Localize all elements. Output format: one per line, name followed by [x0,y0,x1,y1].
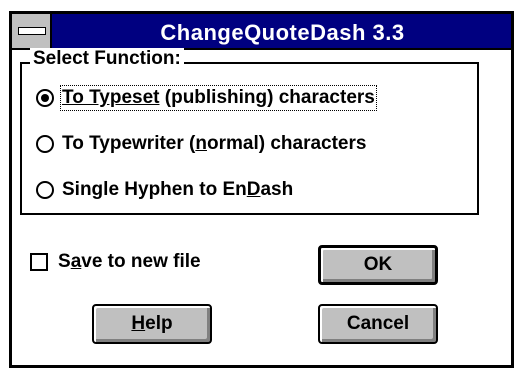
window-title: ChangeQuoteDash 3.3 [160,20,405,45]
system-menu-bar [18,27,46,35]
save-to-new-file-checkbox[interactable]: Save to new file [30,248,201,276]
radio-button[interactable] [36,181,54,199]
radio-endash[interactable]: Single Hyphen to EnDash [36,176,293,204]
radio-typeset[interactable]: To Typeset (publishing) characters [36,84,377,112]
group-label: Select Function: [30,48,184,70]
checkbox-box[interactable] [30,253,48,271]
ok-button[interactable]: OK [318,245,438,285]
radio-typewriter[interactable]: To Typewriter (normal) characters [36,130,366,158]
checkbox-label: Save to new file [58,251,201,272]
help-button[interactable]: Help [92,304,212,344]
cancel-button[interactable]: Cancel [318,304,438,344]
radio-label-typewriter: To Typewriter (normal) characters [62,133,367,154]
title-bar[interactable]: ChangeQuoteDash 3.3 [12,14,511,50]
radio-button-checked[interactable] [36,89,54,107]
radio-button[interactable] [36,135,54,153]
system-menu-icon[interactable] [12,14,52,48]
radio-label-typeset: To Typeset (publishing) characters [60,85,377,111]
radio-label-endash: Single Hyphen to EnDash [62,179,294,200]
